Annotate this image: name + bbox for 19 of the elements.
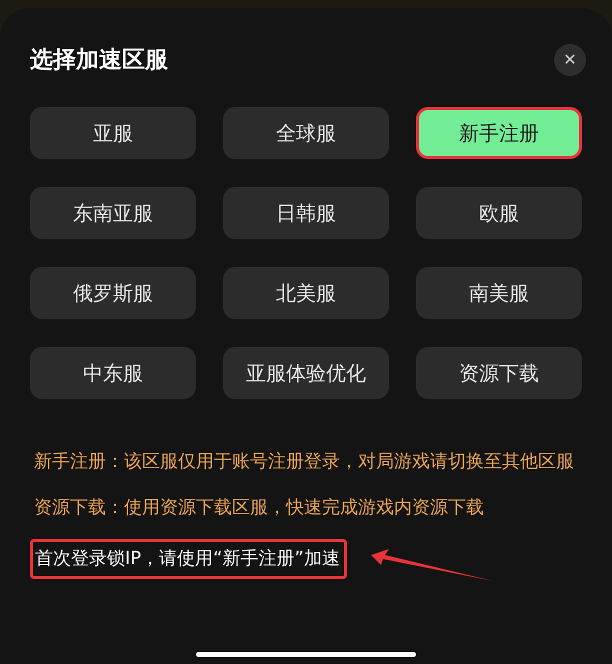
region-button[interactable]: 全球服	[223, 107, 389, 159]
note-text: 该区服仅用于账号注册登录，对局游戏请切换至其他区服	[124, 450, 575, 474]
region-button[interactable]: 新手注册	[416, 107, 582, 159]
region-button[interactable]: 东南亚服	[30, 187, 196, 239]
region-button[interactable]: 南美服	[416, 267, 582, 319]
note-term: 新手注册：	[34, 450, 124, 474]
dialog-title: 选择加速区服	[30, 48, 168, 72]
region-button[interactable]: 俄罗斯服	[30, 267, 196, 319]
notice-text: 首次登录锁IP，请使用“新手注册”加速	[30, 539, 347, 579]
region-button[interactable]: 亚服体验优化	[223, 347, 389, 399]
region-button[interactable]: 亚服	[30, 107, 196, 159]
note-text: 使用资源下载区服，快速完成游戏内资源下载	[124, 496, 485, 520]
region-button[interactable]: 资源下载	[416, 347, 582, 399]
region-button[interactable]: 欧服	[416, 187, 582, 239]
region-button[interactable]: 北美服	[223, 267, 389, 319]
close-button[interactable]: ✕	[554, 44, 586, 76]
note-term: 资源下载：	[34, 496, 124, 520]
region-button[interactable]: 日韩服	[223, 187, 389, 239]
region-button[interactable]: 中东服	[30, 347, 196, 399]
